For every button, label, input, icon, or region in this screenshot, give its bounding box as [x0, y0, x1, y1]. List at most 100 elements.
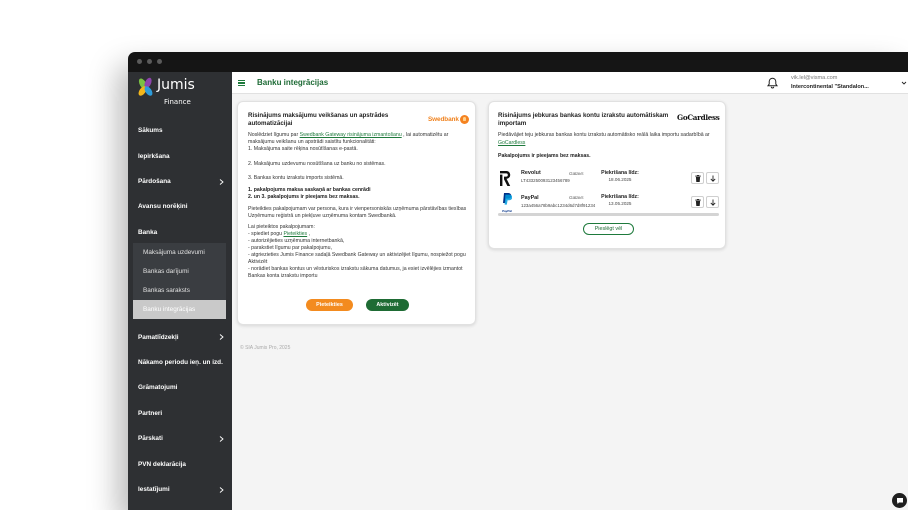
- trash-icon: [694, 174, 701, 182]
- sidebar-item-label: Sākums: [138, 127, 163, 135]
- submenu-item-bankas-saraksts[interactable]: Bankas saraksts: [133, 281, 226, 300]
- delete-connection-button[interactable]: [691, 196, 704, 208]
- connection-row-revolut: Revolut LT433250093123456789 Gatavs Piek…: [489, 168, 727, 188]
- consent-label: Piekrišana līdz:: [601, 170, 639, 176]
- chevron-right-icon: [219, 334, 224, 341]
- sidebar-item-parskati[interactable]: Pārskati: [128, 426, 232, 451]
- download-connection-button[interactable]: [706, 172, 719, 184]
- sidebar-item-nakamo-periodu[interactable]: Nākamo periodu ieņ. un izd.: [128, 350, 232, 375]
- submenu-item-banku-integracijas[interactable]: Banku integrācijas: [133, 299, 226, 319]
- submenu-item-bankas-darijumi[interactable]: Bankas darījumi: [133, 262, 226, 281]
- connection-account: LT433250093123456789: [521, 178, 570, 183]
- consent-date: 18.06.2025: [608, 177, 632, 182]
- sidebar-item-pamatlidzekli[interactable]: Pamatlīdzekļi: [128, 324, 232, 349]
- sidebar-item-label: Avansu norēķini: [138, 203, 188, 211]
- sidebar-item-pardosana[interactable]: Pārdošana: [128, 169, 232, 194]
- window-dot[interactable]: [137, 59, 142, 64]
- sidebar-item-banka[interactable]: Banka: [128, 220, 232, 245]
- copyright-footer: © SIA Jumis Pro, 2025: [240, 345, 291, 351]
- sidebar: Jumis Finance Sākums Iepirkšana Pārdošan…: [128, 72, 232, 510]
- pricing-line: 1. pakalpojums maksa saskaņā ar bankas c…: [248, 187, 371, 193]
- sidebar-item-label: Banka: [138, 228, 158, 236]
- add-connection-button[interactable]: Pieslēgt vēl: [583, 223, 634, 235]
- paypal-logo: PayPal: [500, 192, 514, 213]
- activate-button[interactable]: Aktivizēt: [366, 299, 409, 311]
- swedbank-card: Risinājums maksājumu veikšanas un apstrā…: [237, 101, 476, 325]
- card-title: Risinājums maksājumu veikšanas un apstrā…: [248, 112, 388, 128]
- sidebar-item-label: Pārskati: [138, 435, 163, 443]
- chevron-right-icon: [219, 486, 224, 493]
- sidebar-item-label: Pārdošana: [138, 177, 171, 185]
- sidebar-item-label: Nākamo periodu ieņ. un izd.: [138, 359, 223, 367]
- sidebar-item-sakums[interactable]: Sākums: [128, 118, 232, 143]
- consent-info: Piekrišana līdz: 18.06.2025: [599, 170, 641, 183]
- free-service-text: Pakalpojums ir pieejams bez maksas.: [498, 153, 591, 159]
- connection-status: Gatavs: [569, 195, 584, 200]
- sidebar-item-iepirksana[interactable]: Iepirkšana: [128, 143, 232, 168]
- card-title: Risinājums jebkuras bankas kontu izrakst…: [498, 112, 668, 128]
- brand-name: Jumis: [157, 77, 195, 93]
- revolut-logo-icon: [500, 171, 511, 186]
- intro-text-part: Noslēdziet līgumu par: [248, 132, 300, 138]
- card-body: Noslēdziet līgumu par Swedbank Gateway r…: [248, 132, 469, 280]
- how-to-step-part: ,: [307, 231, 311, 237]
- bell-icon[interactable]: [767, 77, 778, 89]
- user-email[interactable]: vik.lel@visma.com: [791, 75, 837, 82]
- browser-titlebar: [128, 52, 908, 72]
- brand-sub: Finance: [164, 98, 191, 106]
- consent-date: 13.05.2025: [608, 201, 632, 206]
- chevron-down-icon[interactable]: [901, 80, 907, 86]
- swedbank-tree-icon: [459, 114, 469, 124]
- how-to-step: - spiediet pogu Pieteikties ,: [248, 231, 469, 238]
- submenu-item-maksajuma-uzdevumi[interactable]: Maksājuma uzdevumi: [133, 243, 226, 262]
- main-content: Risinājums maksājumu veikšanas un apstrā…: [232, 94, 908, 510]
- swedbank-gateway-link[interactable]: Swedbank Gateway risinājuma izmantošanu: [300, 132, 402, 138]
- bank-submenu: Maksājuma uzdevumi Bankas darījumi Banka…: [133, 242, 226, 319]
- gocardless-link[interactable]: GoCardless: [498, 140, 525, 146]
- gocardless-card: Risinājums jebkuras bankas kontu izrakst…: [488, 101, 726, 249]
- card-title-line: importam: [498, 120, 527, 127]
- arrow-down-icon: [709, 199, 716, 206]
- delete-connection-button[interactable]: [691, 172, 704, 184]
- sidebar-item-partneri[interactable]: Partneri: [128, 401, 232, 426]
- apply-button[interactable]: Pieteikties: [306, 299, 353, 311]
- horizontal-scrollbar[interactable]: [498, 213, 719, 216]
- feature-item: 3. Bankas kontu izrakstu imports sistēmā…: [248, 175, 344, 181]
- company-name[interactable]: Intercontinental "Standalon...: [791, 84, 869, 91]
- how-to-step: - norādiet bankas kontus un vēsturiskos …: [248, 266, 463, 279]
- sidebar-item-pvn-deklaracija[interactable]: PVN deklarācija: [128, 451, 232, 476]
- connection-row-paypal: PayPal PayPal 123a456a78b9abc1234d6d7d8f…: [489, 191, 727, 213]
- download-connection-button[interactable]: [706, 196, 719, 208]
- features-list: 1. Maksājuma saite rēķina nosūtīšanas e-…: [248, 146, 469, 182]
- chevron-right-icon: [219, 436, 224, 442]
- swedbank-logo-text: Swedbank: [428, 115, 459, 123]
- feature-item: 1. Maksājuma saite rēķina nosūtīšanas e-…: [248, 146, 358, 152]
- window-dot[interactable]: [147, 59, 152, 64]
- feature-item: 2. Maksājumu uzdevumu nosūtīšana uz bank…: [248, 160, 386, 167]
- sidebar-item-label: Grāmatojumi: [138, 384, 178, 392]
- card-title-line: Risinājums maksājumu veikšanas un apstrā…: [248, 112, 389, 119]
- pricing-line: 2. un 3. pakalpojums ir pieejams bez mak…: [248, 194, 360, 200]
- hamburger-icon[interactable]: [238, 80, 245, 86]
- window-dot[interactable]: [157, 59, 162, 64]
- desktop: Jumis Finance Sākums Iepirkšana Pārdošan…: [0, 0, 908, 510]
- chevron-right-icon: [219, 178, 224, 185]
- consent-label: Piekrišana līdz:: [601, 194, 639, 200]
- sidebar-item-label: Pamatlīdzekļi: [138, 333, 179, 341]
- chat-bubble-icon[interactable]: [892, 493, 907, 508]
- page-title: Banku integrācijas: [257, 78, 329, 87]
- sidebar-item-label: PVN deklarācija: [138, 460, 186, 468]
- pricing-info: 1. pakalpojums maksa saskaņā ar bankas c…: [248, 187, 469, 201]
- connection-account: 123a456a78b9abc1234d6d7d8f91234: [521, 203, 596, 208]
- sidebar-item-avansu-norekini[interactable]: Avansu norēķini: [128, 194, 232, 219]
- app-window: Jumis Finance Sākums Iepirkšana Pārdošan…: [128, 52, 908, 510]
- sidebar-item-gramatojumi[interactable]: Grāmatojumi: [128, 375, 232, 400]
- intro-text: Piedāvājiet teju jebkuras bankas kontu i…: [498, 131, 720, 147]
- connection-name: Revolut: [521, 170, 541, 176]
- card-title-line: automatizācijai: [248, 120, 293, 127]
- apply-link[interactable]: Pieteikties: [283, 231, 307, 237]
- jumis-leaf-logo-icon[interactable]: [137, 77, 155, 98]
- sidebar-item-label: Iepirkšana: [138, 152, 170, 160]
- arrow-down-icon: [709, 175, 716, 182]
- sidebar-item-iestatijumi[interactable]: Iestatījumi: [128, 477, 232, 502]
